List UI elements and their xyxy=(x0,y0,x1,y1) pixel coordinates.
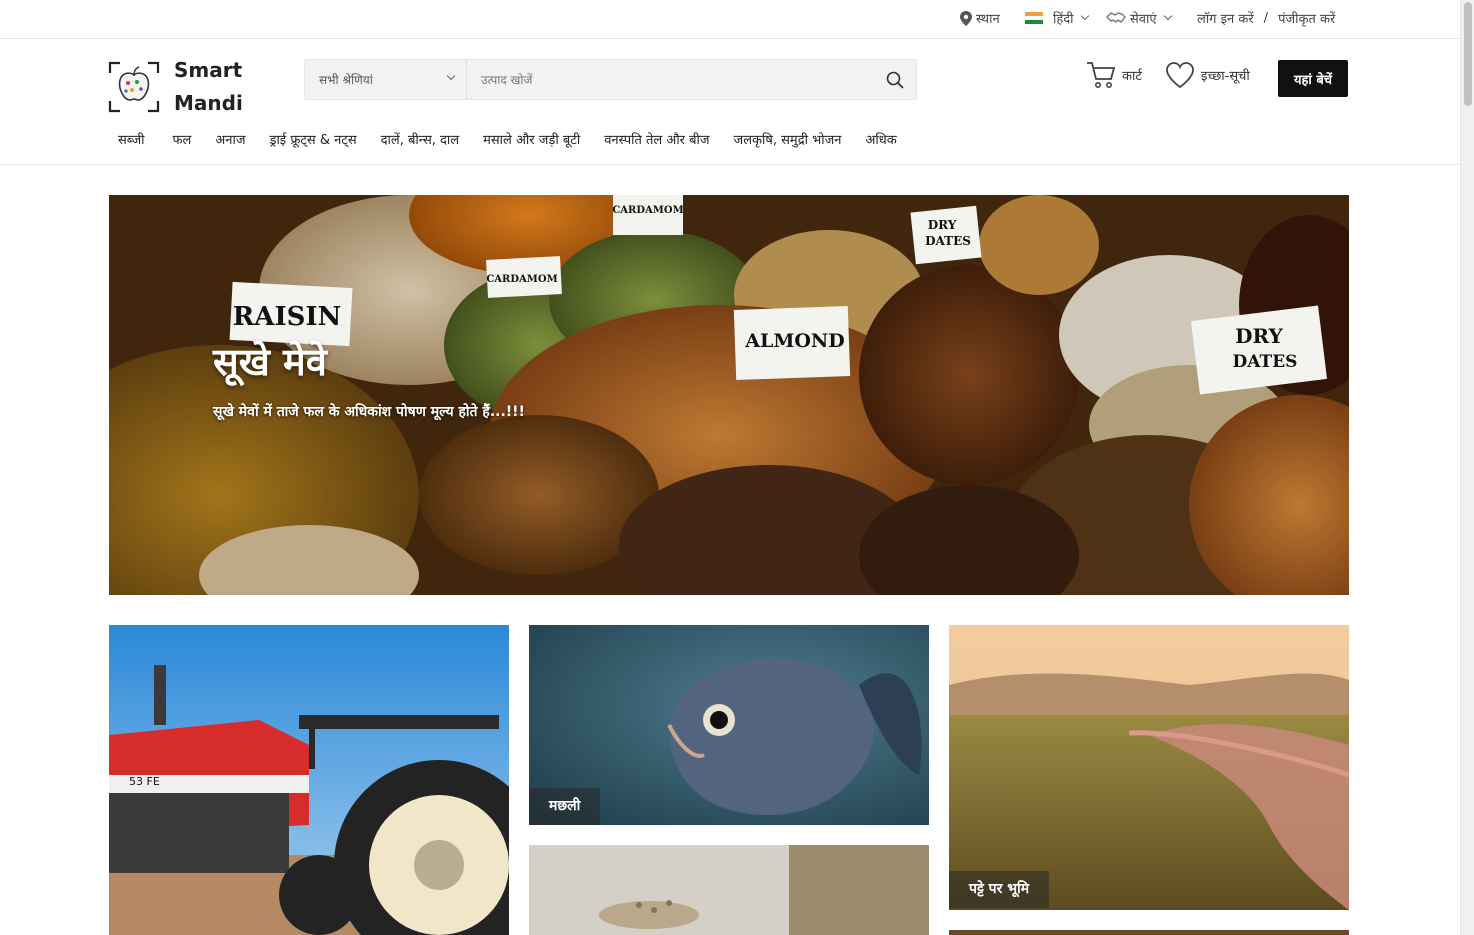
tile-bottom-right[interactable] xyxy=(949,930,1349,935)
land-field-image xyxy=(949,625,1349,910)
language-label: हिंदी xyxy=(1053,12,1074,27)
services-label: सेवाएं xyxy=(1130,12,1157,27)
tractor-image: 53 FE xyxy=(109,625,509,935)
auth-links: लॉग इन करें / पंजीकृत करें xyxy=(1197,9,1335,28)
tile-fish[interactable]: मछली xyxy=(529,625,929,825)
nav-item-vegetables[interactable]: सब्जी xyxy=(108,119,154,163)
logo-text: Smart Mandi xyxy=(174,54,243,120)
dry-fruits-market-image: RAISIN CARDAMOM CARDAMOM ALMOND DRY DATE… xyxy=(109,195,1349,595)
hero-banner[interactable]: RAISIN CARDAMOM CARDAMOM ALMOND DRY DATE… xyxy=(109,195,1349,595)
sell-here-button[interactable]: यहां बेचें xyxy=(1278,60,1348,97)
language-selector[interactable]: हिंदी xyxy=(1025,9,1089,27)
scrollbar-thumb[interactable] xyxy=(1464,2,1472,106)
chevron-down-icon xyxy=(1163,11,1172,21)
svg-text:CARDAMOM: CARDAMOM xyxy=(486,274,557,285)
tile-seeds[interactable] xyxy=(529,845,929,935)
wishlist-label: इच्छा-सूची xyxy=(1201,69,1250,84)
category-select-value: सभी श्रेणियां xyxy=(319,73,373,87)
auth-separator: / xyxy=(1263,10,1269,26)
tile-label-fish: मछली xyxy=(529,788,601,825)
brand-line-1: Smart xyxy=(174,58,243,82)
chevron-down-icon xyxy=(446,71,456,81)
nav-item-more[interactable]: अधिक xyxy=(855,119,906,163)
page-scrollbar[interactable] xyxy=(1460,0,1474,935)
nav-item-oils-seeds[interactable]: वनस्पति तेल और बीज xyxy=(594,119,723,163)
cart-label: कार्ट xyxy=(1122,69,1142,84)
search-input[interactable] xyxy=(467,60,874,99)
nav-item-pulses[interactable]: दालें, बीन्स, दाल xyxy=(371,119,473,163)
chevron-down-icon xyxy=(1080,11,1089,21)
search-button[interactable] xyxy=(874,60,916,99)
cart-link[interactable]: कार्ट xyxy=(1086,61,1142,89)
search-bar: सभी श्रेणियां xyxy=(304,59,917,100)
handshake-icon xyxy=(1106,12,1126,23)
location-link[interactable]: स्थान xyxy=(960,9,1000,27)
svg-text:ALMOND: ALMOND xyxy=(744,330,845,352)
svg-text:DATES: DATES xyxy=(925,234,971,248)
svg-text:DRY: DRY xyxy=(1235,324,1283,348)
category-nav: सब्जी फल अनाज ड्राई फ्रूट्स & नट्स दालें… xyxy=(108,119,1358,163)
sign-raisin: RAISIN xyxy=(233,302,342,332)
hero-subtitle: सूखे मेवों में ताजे फल के अधिकांश पोषण म… xyxy=(213,404,525,420)
nav-item-dry-fruits[interactable]: ड्राई फ्रूट्स & नट्स xyxy=(259,119,370,163)
site-logo[interactable]: Smart Mandi xyxy=(108,54,243,120)
wishlist-link[interactable]: इच्छा-सूची xyxy=(1165,61,1250,89)
location-pin-icon xyxy=(960,10,972,26)
tile-label-land: पट्टे पर भूमि xyxy=(949,871,1050,908)
nav-divider xyxy=(0,164,1460,165)
apple-logo-icon xyxy=(108,61,160,113)
nav-item-aquaculture[interactable]: जलकृषि, समुद्री भोजन xyxy=(724,119,856,163)
brand-line-2: Mandi xyxy=(174,91,243,115)
svg-text:53 FE: 53 FE xyxy=(129,775,160,788)
top-utility-bar: स्थान हिंदी सेवाएं लॉग इन करें / पंजीकृत… xyxy=(0,0,1460,39)
hero-title: सूखे मेवे xyxy=(213,340,327,384)
nav-item-spices[interactable]: मसाले और जड़ी बूटी xyxy=(473,119,594,163)
login-link[interactable]: लॉग इन करें xyxy=(1197,9,1254,27)
seeds-sack-image xyxy=(529,845,929,935)
location-label: स्थान xyxy=(976,12,1000,27)
svg-text:DRY: DRY xyxy=(928,218,957,232)
category-select[interactable]: सभी श्रेणियां xyxy=(305,60,467,99)
nav-item-fruits[interactable]: फल xyxy=(154,119,205,163)
tile-tractor[interactable]: 53 FE xyxy=(109,625,509,935)
india-flag-icon xyxy=(1025,12,1043,24)
tile-land[interactable]: पट्टे पर भूमि xyxy=(949,625,1349,910)
svg-text:DATES: DATES xyxy=(1233,352,1298,372)
services-menu[interactable]: सेवाएं xyxy=(1106,9,1172,27)
nav-item-grains[interactable]: अनाज xyxy=(205,119,259,163)
heart-icon xyxy=(1166,62,1194,89)
search-icon xyxy=(886,71,904,89)
logo-mark xyxy=(108,61,160,113)
main-header: Smart Mandi सभी श्रेणियां कार्ट इच्छा-सू… xyxy=(0,39,1460,119)
register-link[interactable]: पंजीकृत करें xyxy=(1278,9,1335,27)
svg-text:CARDAMOM: CARDAMOM xyxy=(612,205,683,216)
cart-icon xyxy=(1087,62,1116,88)
